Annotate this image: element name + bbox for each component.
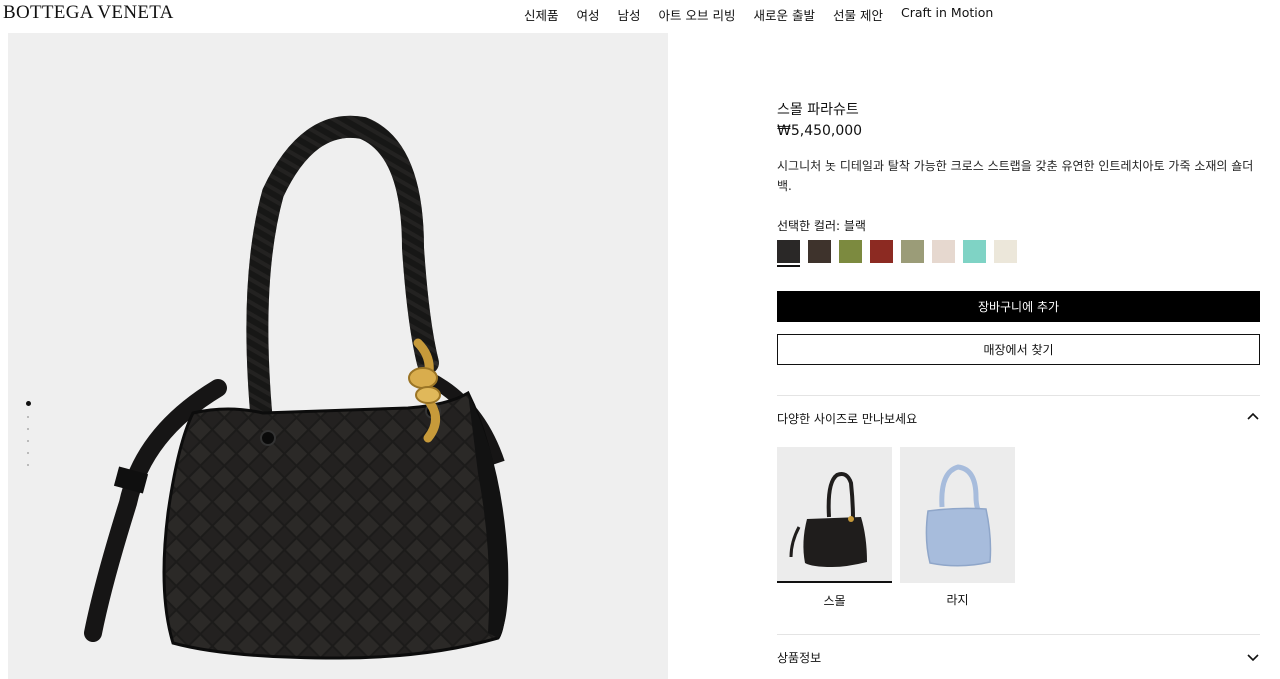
- brand-logo[interactable]: BOTTEGA VENETA: [3, 2, 174, 24]
- color-swatch[interactable]: [901, 240, 924, 263]
- nav-item-new-beginnings[interactable]: 새로운 출발: [754, 5, 815, 24]
- size-option-label: 스몰: [823, 594, 846, 608]
- gallery-pagination: [26, 401, 31, 466]
- size-thumbnail: [789, 472, 867, 567]
- color-swatch[interactable]: [963, 240, 986, 263]
- add-to-cart-button[interactable]: 장바구니에 추가: [777, 291, 1260, 322]
- gallery-dot[interactable]: [27, 416, 29, 418]
- chevron-down-icon[interactable]: [1246, 650, 1260, 664]
- product-description: 시그니처 놋 디테일과 탈착 가능한 크로스 스트랩을 갖춘 유연한 인트레치아…: [777, 159, 1254, 193]
- color-swatch[interactable]: [808, 240, 831, 263]
- product-gallery[interactable]: [8, 33, 668, 679]
- gallery-dot[interactable]: [27, 428, 29, 430]
- divider: [777, 395, 1260, 396]
- product-title: 스몰 파라슈트: [777, 102, 859, 118]
- selected-color-label: 선택한 컬러: 블랙: [777, 219, 866, 233]
- sizes-section-title[interactable]: 다양한 사이즈로 만나보세요: [777, 410, 917, 427]
- product-price: ₩5,450,000: [777, 123, 863, 139]
- nav-item-craft-in-motion[interactable]: Craft in Motion: [901, 5, 993, 24]
- gallery-dot[interactable]: [27, 440, 29, 442]
- chevron-up-icon[interactable]: [1246, 410, 1260, 424]
- color-swatch[interactable]: [870, 240, 893, 263]
- nav-item-new[interactable]: 신제품: [524, 5, 559, 24]
- size-option-label: 라지: [946, 593, 969, 607]
- nav-item-art-of-living[interactable]: 아트 오브 리빙: [659, 5, 736, 24]
- size-option-small[interactable]: [777, 447, 892, 583]
- color-swatches: [777, 240, 1017, 267]
- product-info-section-title[interactable]: 상품정보: [777, 649, 821, 666]
- gallery-dot[interactable]: [27, 452, 29, 454]
- find-in-store-button[interactable]: 매장에서 찾기: [777, 334, 1260, 365]
- divider: [777, 634, 1260, 635]
- nav-item-men[interactable]: 남성: [618, 5, 641, 24]
- nav-item-gifts[interactable]: 선물 제안: [833, 5, 883, 24]
- size-thumbnail: [925, 464, 992, 567]
- color-swatch[interactable]: [932, 240, 955, 263]
- color-swatch[interactable]: [777, 240, 800, 267]
- size-option-large[interactable]: [900, 447, 1015, 583]
- gallery-dot[interactable]: [26, 401, 31, 406]
- color-swatch[interactable]: [839, 240, 862, 263]
- nav-item-women[interactable]: 여성: [577, 5, 600, 24]
- main-nav: 신제품 여성 남성 아트 오브 리빙 새로운 출발 선물 제안 Craft in…: [524, 5, 1011, 24]
- gallery-dot[interactable]: [27, 464, 29, 466]
- product-image: [84, 115, 509, 660]
- color-swatch[interactable]: [994, 240, 1017, 263]
